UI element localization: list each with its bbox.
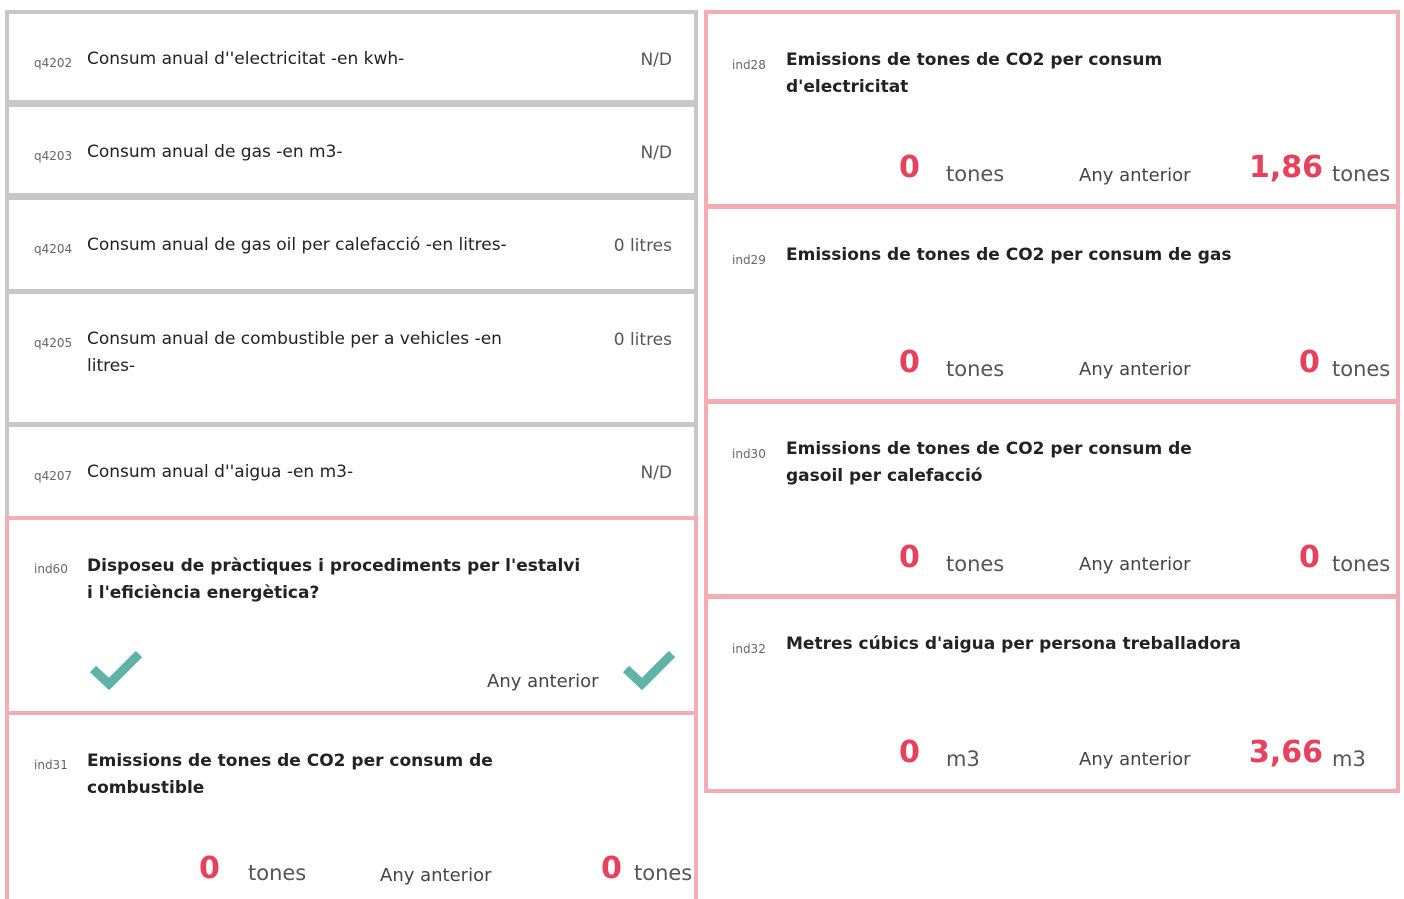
previous-year-label: Any anterior (1079, 359, 1191, 380)
question-code: q4202 (34, 56, 73, 70)
previous-unit: m3 (1332, 747, 1366, 771)
question-value: 0 litres (613, 330, 672, 350)
indicator-card-ind60: ind60 Disposeu de pràctiques i procedime… (5, 516, 698, 715)
previous-year-label: Any anterior (1079, 749, 1191, 770)
question-code: q4205 (34, 336, 73, 350)
indicator-label: Emissions de tones de CO2 per consum de … (87, 751, 493, 798)
current-unit: tones (946, 162, 1005, 186)
previous-value: 0 (1299, 345, 1320, 380)
current-value: 0 (899, 540, 920, 575)
previous-value: 3,66 (1249, 735, 1324, 770)
check-icon (89, 650, 143, 691)
previous-unit: tones (1332, 162, 1391, 186)
current-value: 0 (899, 345, 920, 380)
question-label: Consum anual d''aigua -en m3- (87, 462, 354, 482)
question-code: q4207 (34, 469, 73, 483)
question-card-q4205: q4205 Consum anual de combustible per a … (5, 290, 698, 426)
check-icon (622, 650, 676, 691)
current-value: 0 (899, 150, 920, 185)
indicator-code: ind32 (732, 642, 766, 656)
indicator-code: ind60 (34, 562, 68, 576)
question-card-q4207: q4207 Consum anual d''aigua -en m3- N/D (5, 423, 698, 521)
question-code: q4204 (34, 242, 73, 256)
current-unit: tones (248, 861, 307, 885)
previous-value: 0 (601, 851, 622, 886)
previous-unit: tones (1332, 552, 1391, 576)
question-card-q4203: q4203 Consum anual de gas -en m3- N/D (5, 103, 698, 197)
previous-unit: tones (1332, 357, 1391, 381)
current-unit: tones (946, 357, 1005, 381)
question-value: N/D (640, 50, 672, 70)
question-value: N/D (640, 463, 672, 483)
indicator-label: Metres cúbics d'aigua per persona trebal… (786, 634, 1242, 654)
indicator-card-ind31: ind31 Emissions de tones de CO2 per cons… (5, 711, 698, 899)
previous-year-label: Any anterior (1079, 165, 1191, 186)
indicator-card-ind29: ind29 Emissions de tones de CO2 per cons… (704, 205, 1400, 403)
indicator-card-ind28: ind28 Emissions de tones de CO2 per cons… (704, 10, 1400, 208)
question-card-q4204: q4204 Consum anual de gas oil per calefa… (5, 196, 698, 293)
indicator-label: Disposeu de pràctiques i procediments pe… (87, 556, 581, 603)
question-label: Consum anual de combustible per a vehicl… (87, 329, 502, 376)
question-label: Consum anual d''electricitat -en kwh- (87, 49, 405, 69)
question-value: 0 litres (613, 236, 672, 256)
indicator-code: ind31 (34, 758, 68, 772)
question-label: Consum anual de gas -en m3- (87, 142, 343, 162)
current-unit: m3 (946, 747, 980, 771)
indicator-label: Emissions de tones de CO2 per consum de … (786, 245, 1232, 265)
indicator-code: ind29 (732, 253, 766, 267)
previous-value: 1,86 (1249, 150, 1324, 185)
current-value: 0 (199, 851, 220, 886)
previous-year-label: Any anterior (380, 865, 492, 886)
question-value: N/D (640, 143, 672, 163)
previous-unit: tones (634, 861, 693, 885)
previous-year-label: Any anterior (1079, 554, 1191, 575)
indicator-label: Emissions de tones de CO2 per consum d'e… (786, 50, 1163, 97)
indicator-card-ind30: ind30 Emissions de tones de CO2 per cons… (704, 400, 1400, 598)
indicator-code: ind28 (732, 58, 766, 72)
indicator-card-ind32: ind32 Metres cúbics d'aigua per persona … (704, 595, 1400, 793)
question-label: Consum anual de gas oil per calefacció -… (87, 235, 507, 255)
question-code: q4203 (34, 149, 73, 163)
indicator-label: Emissions de tones de CO2 per consum de … (786, 439, 1192, 486)
indicator-code: ind30 (732, 447, 766, 461)
question-card-q4202: q4202 Consum anual d''electricitat -en k… (5, 10, 698, 104)
previous-value: 0 (1299, 540, 1320, 575)
current-unit: tones (946, 552, 1005, 576)
current-value: 0 (899, 735, 920, 770)
previous-year-label: Any anterior (487, 671, 599, 692)
